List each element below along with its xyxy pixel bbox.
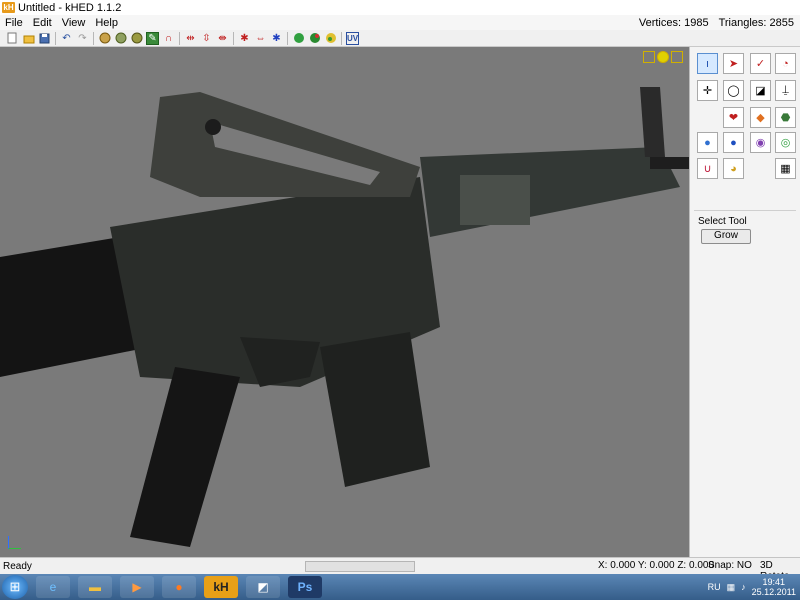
sphere-blue-button[interactable]: ●: [723, 132, 744, 153]
color-icon[interactable]: [130, 32, 143, 45]
uv-icon[interactable]: UV: [346, 31, 359, 45]
clock-time: 19:41: [762, 577, 786, 587]
toolbar-separator: [179, 31, 180, 45]
paint-bucket-button[interactable]: ◕: [723, 158, 744, 179]
clock-date: 25.12.2011: [751, 587, 796, 597]
language-indicator[interactable]: RU: [708, 582, 721, 592]
scale-tool-button[interactable]: ◪: [750, 80, 771, 101]
title-bar: kH Untitled - kHED 1.1.2: [0, 0, 800, 16]
panel-divider: [694, 210, 796, 211]
toolbar-separator: [341, 31, 342, 45]
window-title: Untitled - kHED 1.1.2: [18, 1, 122, 14]
sphere-purple-button[interactable]: ◉: [750, 132, 771, 153]
toolbar-separator: [233, 31, 234, 45]
checker-texture-button[interactable]: ▦: [775, 158, 796, 179]
open-folder-icon[interactable]: [22, 32, 35, 45]
menu-view[interactable]: View: [57, 17, 91, 29]
select-tool-button[interactable]: ı: [697, 53, 718, 74]
status-bar: Ready X: 0.000 Y: 0.000 Z: 0.000 Snap: N…: [0, 557, 800, 582]
save-icon[interactable]: [38, 32, 51, 45]
weld-icon[interactable]: ✱: [238, 32, 251, 45]
mesh-stats: Vertices: 1985 Triangles: 2855: [639, 17, 800, 29]
photoshop-task-button[interactable]: Ps: [288, 576, 322, 598]
3d-viewport[interactable]: [0, 47, 689, 557]
paint-task-icon[interactable]: ◩: [246, 576, 280, 598]
grid-indicator-icon[interactable]: [671, 51, 683, 63]
redo-icon[interactable]: ↷: [76, 32, 89, 45]
paint-icon[interactable]: ✎: [146, 31, 159, 45]
triangles-count: Triangles: 2855: [718, 16, 794, 29]
shade-icon[interactable]: [308, 32, 321, 45]
menu-edit[interactable]: Edit: [28, 17, 57, 29]
menu-file[interactable]: File: [0, 17, 28, 29]
khed-task-button[interactable]: kH: [204, 576, 238, 598]
menu-help[interactable]: Help: [90, 17, 123, 29]
toolbar-separator: [93, 31, 94, 45]
app-icon: kH: [2, 2, 15, 13]
tool-panel: ı ➤ ✓ ◔ ✛ ◯ ◪ ⍊ ❤ ◆ ⬣ ● ● ◉ ◎ ∪ ◕ ▦ Sele…: [689, 47, 800, 557]
light-indicator-icon[interactable]: [657, 51, 669, 63]
select-lasso-button[interactable]: ◔: [775, 53, 796, 74]
mirror-x-icon[interactable]: ⇹: [184, 32, 197, 45]
file-explorer-icon[interactable]: ▬: [78, 576, 112, 598]
taskbar: ⊞ e ▬ ▶ ● kH ◩ Ps RU ▦ ♪ 19:41 25.12.201…: [0, 574, 800, 600]
status-ready: Ready: [3, 560, 32, 572]
move-tool-button[interactable]: ✛: [697, 80, 718, 101]
horizontal-scrollbar[interactable]: [305, 561, 415, 572]
start-button[interactable]: ⊞: [2, 575, 28, 599]
view-mode-icon[interactable]: [643, 51, 655, 63]
system-tray: RU ▦ ♪ 19:41 25.12.2011: [708, 577, 800, 597]
viewport-indicators: [643, 51, 683, 63]
vertex-mode-button[interactable]: ❤: [723, 107, 744, 128]
snap-status: Snap: NO: [708, 560, 752, 571]
media-player-icon[interactable]: ▶: [120, 576, 154, 598]
firefox-icon[interactable]: ●: [162, 576, 196, 598]
new-file-icon[interactable]: [6, 32, 19, 45]
select-arrow-button[interactable]: ➤: [723, 53, 744, 74]
grow-button[interactable]: Grow: [701, 229, 751, 244]
volume-icon[interactable]: ♪: [741, 582, 746, 592]
material-icon[interactable]: [114, 32, 127, 45]
rotate-tool-button[interactable]: ◯: [723, 80, 744, 101]
sphere-green-button[interactable]: ◎: [775, 132, 796, 153]
internet-explorer-icon[interactable]: e: [36, 576, 70, 598]
rifle-model: [0, 87, 689, 547]
face-mode-button[interactable]: ◆: [750, 107, 771, 128]
cursor-coordinates: X: 0.000 Y: 0.000 Z: 0.000: [598, 560, 715, 571]
smooth-icon[interactable]: ✱: [270, 32, 283, 45]
clock[interactable]: 19:41 25.12.2011: [752, 577, 796, 597]
extrude-tool-button[interactable]: ⍊: [775, 80, 796, 101]
network-icon[interactable]: ▦: [727, 582, 736, 593]
vertices-count: Vertices: 1985: [638, 16, 709, 29]
magnet-tool-button[interactable]: ∪: [697, 158, 718, 179]
color-fill-icon[interactable]: [324, 32, 337, 45]
undo-icon[interactable]: ↶: [60, 32, 73, 45]
split-icon[interactable]: ⇔: [254, 32, 267, 45]
select-tool-label: Select Tool: [698, 216, 747, 227]
texture-icon[interactable]: [98, 32, 111, 45]
lights-icon[interactable]: [292, 32, 305, 45]
toolbar-separator: [287, 31, 288, 45]
object-mode-button[interactable]: ⬣: [775, 107, 796, 128]
magnet-icon[interactable]: ∩: [162, 32, 175, 45]
toolbar: ↶ ↷ ✎ ∩ ⇹ ⇳ ⇼ ✱ ⇔ ✱ UV: [0, 30, 800, 47]
select-paint-button[interactable]: ✓: [750, 53, 771, 74]
mirror-y-icon[interactable]: ⇳: [200, 32, 213, 45]
menu-bar: File Edit View Help Vertices: 1985 Trian…: [0, 15, 800, 30]
toolbar-separator: [55, 31, 56, 45]
sphere-primitive-button[interactable]: ●: [697, 132, 718, 153]
axis-gizmo-icon: [8, 536, 21, 549]
mirror-z-icon[interactable]: ⇼: [216, 32, 229, 45]
